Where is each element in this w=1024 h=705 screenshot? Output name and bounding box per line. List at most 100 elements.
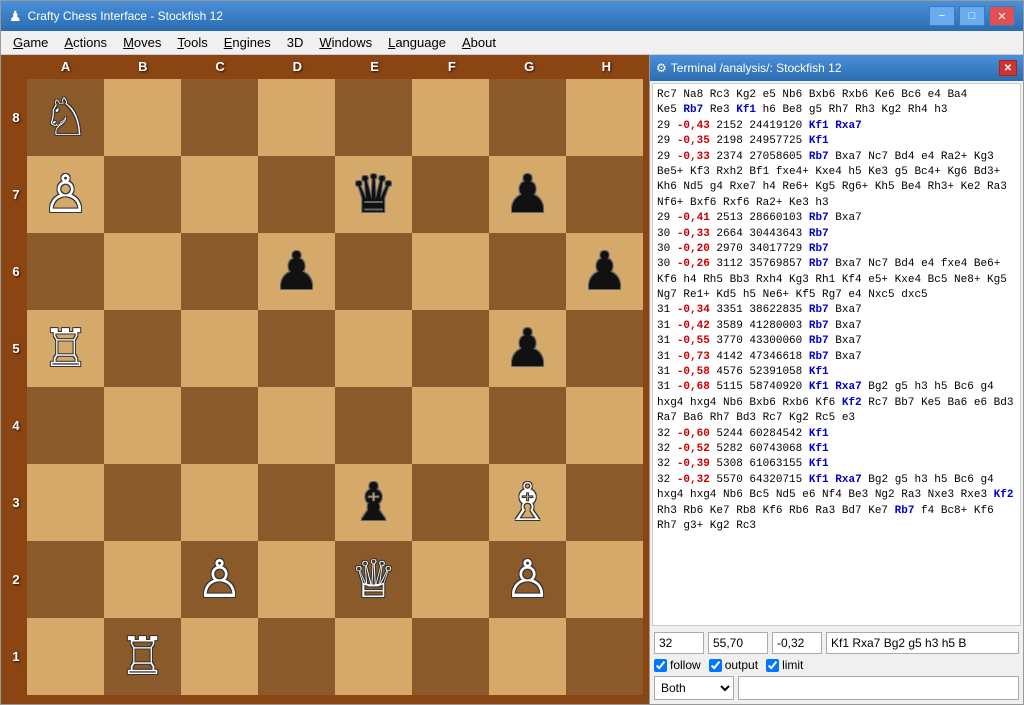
cell-g5[interactable]: ♟ xyxy=(489,310,566,387)
black-queen-e7: ♛ xyxy=(350,169,397,221)
cell-e3[interactable]: ♝ xyxy=(335,464,412,541)
cell-b5[interactable] xyxy=(104,310,181,387)
limit-checkbox[interactable] xyxy=(766,659,779,672)
cell-c2[interactable]: ♙ xyxy=(181,541,258,618)
cell-d4[interactable] xyxy=(258,387,335,464)
cell-g4[interactable] xyxy=(489,387,566,464)
cell-b4[interactable] xyxy=(104,387,181,464)
extra-input[interactable] xyxy=(738,676,1019,700)
cell-h4[interactable] xyxy=(566,387,643,464)
cell-h3[interactable] xyxy=(566,464,643,541)
cell-e4[interactable] xyxy=(335,387,412,464)
side-select[interactable]: Both White Black xyxy=(654,676,734,700)
cell-f4[interactable] xyxy=(412,387,489,464)
cell-h7[interactable] xyxy=(566,156,643,233)
menu-moves[interactable]: Moves xyxy=(115,33,169,52)
menu-about[interactable]: About xyxy=(454,33,504,52)
depth-input[interactable] xyxy=(654,632,704,654)
cell-a3[interactable] xyxy=(27,464,104,541)
cell-h1[interactable] xyxy=(566,618,643,695)
board-row-5: 5 ♖ ♟ xyxy=(5,310,645,387)
cell-b2[interactable] xyxy=(104,541,181,618)
terminal-output[interactable]: Rc7 Na8 Rc3 Kg2 e5 Nb6 Bxb6 Rxb6 Ke6 Bc6… xyxy=(652,83,1021,626)
cell-b6[interactable] xyxy=(104,233,181,310)
cell-h6[interactable]: ♟ xyxy=(566,233,643,310)
output-checkbox[interactable] xyxy=(709,659,722,672)
cell-f3[interactable] xyxy=(412,464,489,541)
cell-d5[interactable] xyxy=(258,310,335,387)
cell-b3[interactable] xyxy=(104,464,181,541)
rank-7: ♙ ♛ ♟ xyxy=(27,156,643,233)
cell-a8[interactable]: ♘ xyxy=(27,79,104,156)
cell-f1[interactable] xyxy=(412,618,489,695)
menu-engines[interactable]: Engines xyxy=(216,33,279,52)
score1-input[interactable] xyxy=(708,632,768,654)
cell-g6[interactable] xyxy=(489,233,566,310)
limit-label: limit xyxy=(782,658,803,672)
menu-game[interactable]: Game xyxy=(5,33,56,52)
rank-2-row: ♙ ♕ ♙ xyxy=(27,541,643,618)
limit-checkbox-label[interactable]: limit xyxy=(766,658,803,672)
cell-a2[interactable] xyxy=(27,541,104,618)
maximize-button[interactable]: □ xyxy=(959,6,985,26)
cell-c3[interactable] xyxy=(181,464,258,541)
col-d: D xyxy=(259,59,336,79)
cell-e1[interactable] xyxy=(335,618,412,695)
cell-f8[interactable] xyxy=(412,79,489,156)
menu-tools[interactable]: Tools xyxy=(169,33,215,52)
cell-e5[interactable] xyxy=(335,310,412,387)
cell-g8[interactable] xyxy=(489,79,566,156)
terminal-controls-row3: Both White Black xyxy=(654,676,1019,700)
cell-f5[interactable] xyxy=(412,310,489,387)
cell-f7[interactable] xyxy=(412,156,489,233)
cell-d7[interactable] xyxy=(258,156,335,233)
cell-d3[interactable] xyxy=(258,464,335,541)
title-bar-left: ♟ Crafty Chess Interface - Stockfish 12 xyxy=(9,8,223,25)
output-checkbox-label[interactable]: output xyxy=(709,658,758,672)
cell-f6[interactable] xyxy=(412,233,489,310)
cell-d2[interactable] xyxy=(258,541,335,618)
cell-b8[interactable] xyxy=(104,79,181,156)
cell-e8[interactable] xyxy=(335,79,412,156)
move-input[interactable] xyxy=(826,632,1019,654)
close-button[interactable]: ✕ xyxy=(989,6,1015,26)
cell-a4[interactable] xyxy=(27,387,104,464)
menu-3d[interactable]: 3D xyxy=(279,33,312,52)
menu-actions[interactable]: Actions xyxy=(56,33,115,52)
cell-b7[interactable] xyxy=(104,156,181,233)
cell-b1[interactable]: ♖ xyxy=(104,618,181,695)
menu-language[interactable]: Language xyxy=(380,33,454,52)
follow-checkbox[interactable] xyxy=(654,659,667,672)
menu-windows[interactable]: Windows xyxy=(311,33,380,52)
cell-e2[interactable]: ♕ xyxy=(335,541,412,618)
cell-e7[interactable]: ♛ xyxy=(335,156,412,233)
terminal-close-button[interactable]: ✕ xyxy=(999,60,1017,76)
cell-g7[interactable]: ♟ xyxy=(489,156,566,233)
cell-c5[interactable] xyxy=(181,310,258,387)
cell-c1[interactable] xyxy=(181,618,258,695)
cell-h5[interactable] xyxy=(566,310,643,387)
follow-checkbox-label[interactable]: follow xyxy=(654,658,701,672)
rank-1-row: ♖ xyxy=(27,618,643,695)
cell-d6[interactable]: ♟ xyxy=(258,233,335,310)
minimize-button[interactable]: − xyxy=(929,6,955,26)
score2-input[interactable] xyxy=(772,632,822,654)
cell-e6[interactable] xyxy=(335,233,412,310)
cell-h2[interactable] xyxy=(566,541,643,618)
cell-c7[interactable] xyxy=(181,156,258,233)
cell-h8[interactable] xyxy=(566,79,643,156)
cell-f2[interactable] xyxy=(412,541,489,618)
cell-c6[interactable] xyxy=(181,233,258,310)
cell-g2[interactable]: ♙ xyxy=(489,541,566,618)
cell-c8[interactable] xyxy=(181,79,258,156)
cell-a1[interactable] xyxy=(27,618,104,695)
cell-a6[interactable] xyxy=(27,233,104,310)
cell-a7[interactable]: ♙ xyxy=(27,156,104,233)
cell-c4[interactable] xyxy=(181,387,258,464)
cell-g3[interactable]: ♗ xyxy=(489,464,566,541)
cell-a5[interactable]: ♖ xyxy=(27,310,104,387)
cell-g1[interactable] xyxy=(489,618,566,695)
cell-d1[interactable] xyxy=(258,618,335,695)
cell-d8[interactable] xyxy=(258,79,335,156)
board-row-8: 8 ♘ xyxy=(5,79,645,156)
